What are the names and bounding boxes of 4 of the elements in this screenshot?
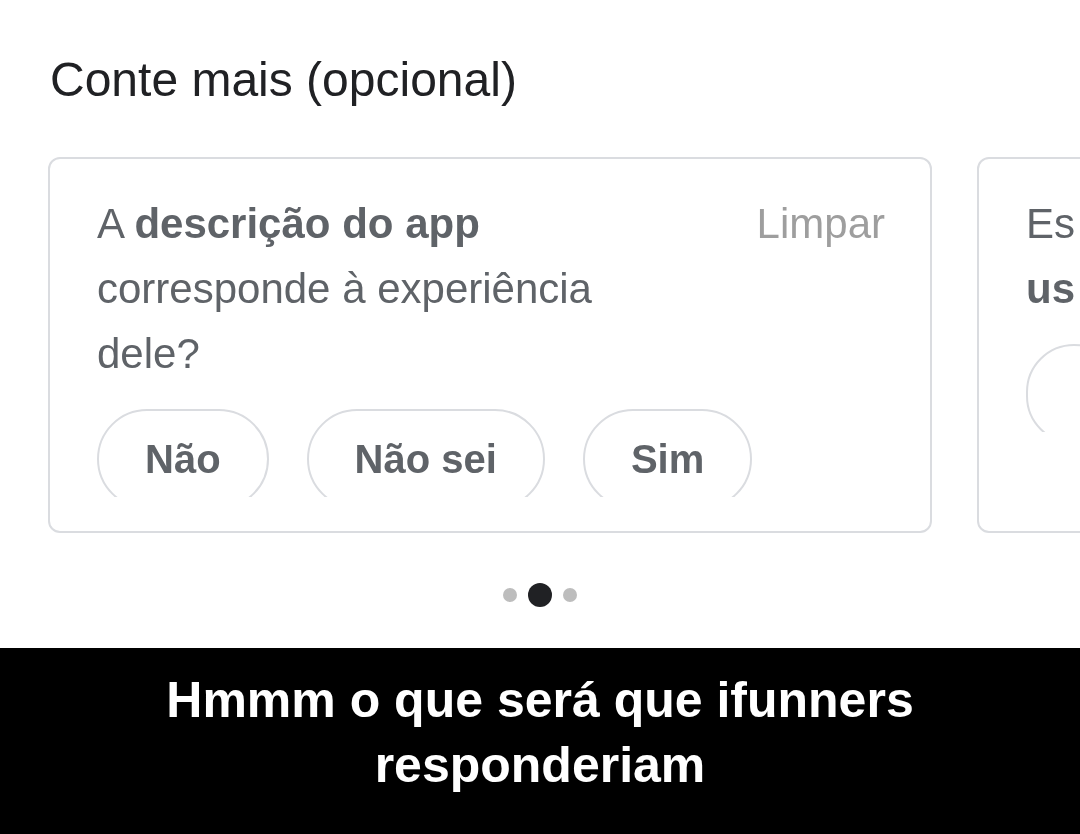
caption-text: Hmmm o que será que ifunners responderiam (165, 671, 915, 795)
question-text: Es us (1026, 199, 1075, 314)
question-text: A descrição do app corresponde à experiência dele? (97, 199, 593, 379)
section-title: Conte mais (opcional) (50, 52, 517, 108)
